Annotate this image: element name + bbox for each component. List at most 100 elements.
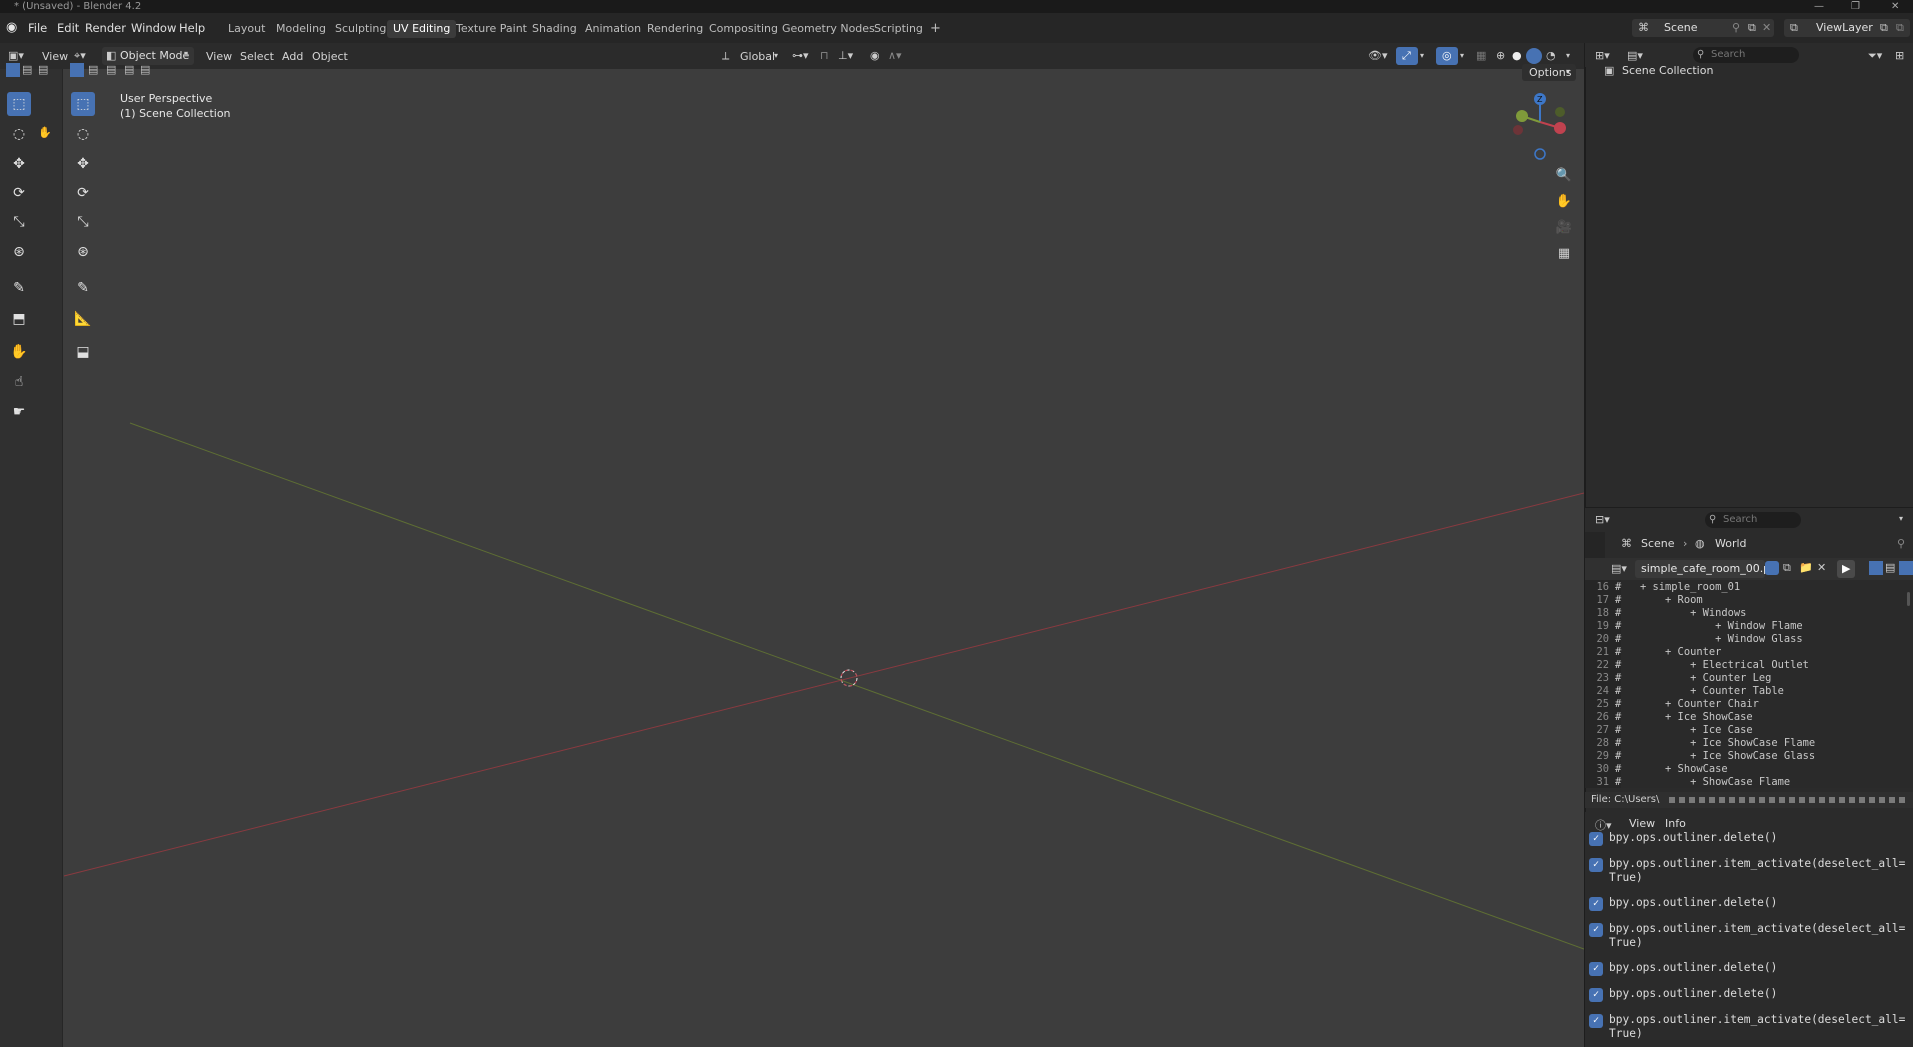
tab-sculpting[interactable]: Sculpting — [329, 20, 392, 38]
select-subtract-icon[interactable]: ▤ — [106, 63, 116, 76]
outliner-search-input[interactable]: ⚲ Search — [1693, 47, 1799, 63]
menu-add[interactable]: Add — [282, 50, 303, 63]
delete-view-layer-icon[interactable]: ⧉ — [1896, 21, 1904, 35]
chevron-down-icon[interactable]: ▾ — [1460, 51, 1464, 60]
select-extend-icon[interactable]: ▤ — [22, 63, 32, 76]
annotate-icon[interactable]: ✎ — [71, 276, 95, 300]
code-line[interactable]: 26 # + Ice ShowCase — [1585, 711, 1913, 724]
text-file-selector[interactable]: simple_cafe_room_00.py — [1635, 560, 1777, 578]
zoom-icon[interactable]: 🔍 — [1552, 163, 1576, 187]
tab-animation[interactable]: Animation — [579, 20, 647, 38]
select-intersect-icon[interactable]: ▤ — [140, 63, 150, 76]
new-view-layer-icon[interactable]: ⧉ — [1880, 21, 1888, 35]
select-new-icon[interactable] — [6, 63, 20, 77]
move-icon[interactable]: ✥ — [7, 152, 31, 176]
unlink-text-icon[interactable]: ✕ — [1817, 561, 1826, 574]
editor-type-icon[interactable]: ▣▾ — [8, 49, 24, 62]
info-menu-view[interactable]: View — [1629, 817, 1655, 830]
material-shading-icon[interactable] — [1526, 48, 1542, 64]
filter-icon[interactable]: ⏷▾ — [1868, 49, 1882, 63]
proportional-edit-icon[interactable]: ◉ — [870, 49, 880, 62]
grab-brush-icon[interactable]: ✋ — [7, 340, 31, 364]
rotate-icon[interactable]: ⟳ — [71, 181, 95, 205]
selection-mode-uv[interactable]: ▤ ▤ — [4, 63, 52, 79]
scale-icon[interactable]: ⤡ — [71, 210, 95, 234]
options-button[interactable]: Options ▾ — [1522, 64, 1576, 81]
chevron-down-icon[interactable]: ▾ — [1566, 51, 1570, 60]
chevron-down-icon[interactable]: ▾ — [1420, 51, 1424, 60]
tab-modeling[interactable]: Modeling — [270, 20, 332, 38]
word-wrap-toggle-icon[interactable]: ▤ — [1885, 561, 1895, 574]
line-numbers-toggle-icon[interactable] — [1869, 561, 1883, 575]
select-box-icon[interactable]: ⬚ — [7, 92, 31, 116]
scene-selector[interactable]: ⌘ Scene ⚲ ⧉ ✕ — [1632, 19, 1774, 37]
visibility-icon[interactable]: 👁▾ — [1368, 49, 1388, 62]
select-new-icon[interactable] — [70, 63, 84, 77]
camera-view-icon[interactable]: 🎥 — [1552, 215, 1576, 239]
info-menu-info[interactable]: Info — [1665, 817, 1686, 830]
tab-uv-editing[interactable]: UV Editing — [387, 20, 457, 38]
select-extend-icon[interactable]: ▤ — [88, 63, 98, 76]
tab-shading[interactable]: Shading — [526, 20, 583, 38]
tab-rendering[interactable]: Rendering — [641, 20, 709, 38]
transform-icon[interactable]: ⊛ — [7, 240, 31, 264]
delete-scene-icon[interactable]: ✕ — [1762, 21, 1771, 34]
code-line[interactable]: 21 # + Counter — [1585, 646, 1913, 659]
restore-icon[interactable]: ❐ — [1851, 0, 1860, 13]
pivot-icon[interactable]: ⊶▾ — [792, 49, 809, 62]
navigation-gizmo[interactable]: Z — [1506, 88, 1566, 164]
tab-texture-paint[interactable]: Texture Paint — [450, 20, 533, 38]
tab-compositing[interactable]: Compositing — [703, 20, 784, 38]
grab-icon[interactable]: ✋ — [38, 126, 52, 139]
code-line[interactable]: 19 # + Window Flame — [1585, 620, 1913, 633]
relax-icon[interactable]: ☝ — [7, 370, 31, 394]
menu-window[interactable]: Window — [131, 21, 176, 35]
rendered-shading-icon[interactable]: ◔ — [1546, 49, 1556, 62]
duplicate-text-icon[interactable]: ⧉ — [1783, 561, 1791, 575]
fake-user-shield-icon[interactable] — [1765, 561, 1779, 575]
measure-icon[interactable]: 📐 — [71, 307, 95, 331]
falloff-icon[interactable]: ∧▾ — [888, 49, 902, 62]
code-line[interactable]: 29 # + Ice ShowCase Glass — [1585, 750, 1913, 763]
code-line[interactable]: 23 # + Counter Leg — [1585, 672, 1913, 685]
annotate-icon[interactable]: ✎ — [7, 276, 31, 300]
info-entry[interactable]: ✓ bpy.ops.outliner.delete() — [1589, 987, 1909, 1003]
tab-scripting[interactable]: Scripting — [868, 20, 929, 38]
new-collection-icon[interactable]: ⊞ — [1895, 49, 1904, 62]
selection-mode-3d[interactable]: ▤ ▤ ▤ ▤ — [68, 63, 152, 79]
code-line[interactable]: 17 # + Room — [1585, 594, 1913, 607]
properties-search-input[interactable]: ⚲ Search — [1705, 512, 1801, 528]
cursor-icon[interactable]: ◌ — [7, 122, 31, 146]
viewport-editor-type-icon[interactable]: ⌖▾ — [74, 49, 86, 63]
outliner-row-scene-collection[interactable]: ▣ Scene Collection — [1600, 64, 1800, 78]
tab-geometry-nodes[interactable]: Geometry Nodes — [776, 20, 881, 38]
transform-orientation[interactable]: Global — [740, 50, 775, 63]
menu-file[interactable]: File — [28, 21, 47, 35]
perspective-grid-icon[interactable]: ▦ — [1552, 241, 1576, 265]
info-entry[interactable]: ✓ bpy.ops.outliner.item_activate(deselec… — [1589, 1013, 1909, 1043]
info-entry[interactable]: ✓ bpy.ops.outliner.delete() — [1589, 831, 1909, 847]
info-entry[interactable]: ✓ bpy.ops.outliner.delete() — [1589, 896, 1909, 912]
snap-icon[interactable]: ⊓ — [820, 49, 829, 62]
blender-logo-icon[interactable]: ◉ — [6, 20, 17, 35]
pin-icon[interactable]: ⚲ — [1732, 21, 1740, 34]
properties-editor-icon[interactable]: ⊟▾ — [1595, 513, 1610, 526]
outliner-editor-icon[interactable]: ⊞▾ — [1595, 49, 1610, 62]
close-icon[interactable]: ✕ — [1891, 0, 1899, 13]
tab-layout[interactable]: Layout — [222, 20, 271, 38]
cursor-icon[interactable]: ◌ — [71, 122, 95, 146]
wireframe-shading-icon[interactable]: ⊕ — [1496, 49, 1505, 62]
menu-select[interactable]: Select — [240, 50, 274, 63]
chevron-down-icon[interactable]: ▾ — [1899, 514, 1903, 523]
code-line[interactable]: 22 # + Electrical Outlet — [1585, 659, 1913, 672]
code-line[interactable]: 20 # + Window Glass — [1585, 633, 1913, 646]
syntax-highlight-toggle-icon[interactable] — [1899, 561, 1913, 575]
menu-render[interactable]: Render — [85, 21, 126, 35]
move-icon[interactable]: ✥ — [71, 152, 95, 176]
text-editor-type-icon[interactable]: ▤▾ — [1611, 562, 1627, 575]
solid-shading-icon[interactable]: ● — [1512, 49, 1522, 62]
code-line[interactable]: 28 # + Ice ShowCase Flame — [1585, 737, 1913, 750]
info-entry[interactable]: ✓ bpy.ops.outliner.item_activate(deselec… — [1589, 857, 1909, 887]
open-folder-icon[interactable]: 📁 — [1799, 561, 1813, 574]
pinch-icon[interactable]: ☛ — [7, 400, 31, 424]
